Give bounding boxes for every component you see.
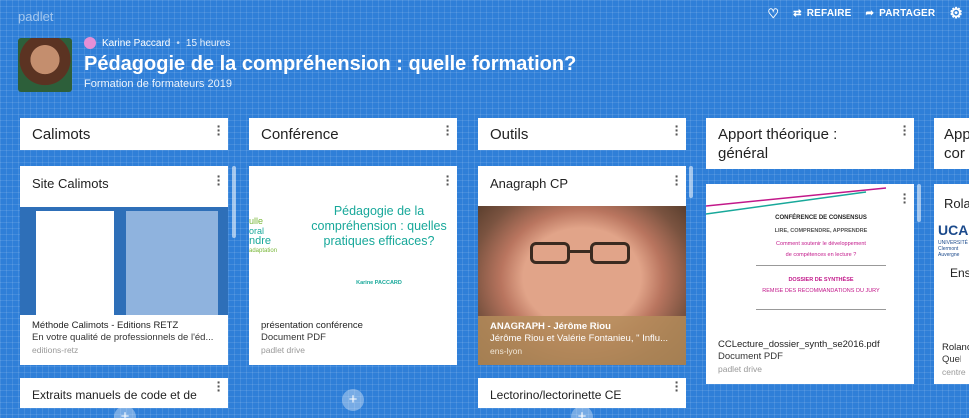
remix-button[interactable]: ⇄ REFAIRE: [793, 8, 851, 19]
card-title: Site Calimots: [32, 176, 109, 191]
card-caption: CCLecture_dossier_synth_se2016.pdf Docum…: [718, 339, 906, 375]
column-apport-theorique: Apport théorique : général · · ·: [706, 118, 914, 169]
column-title: Calimots: [32, 126, 91, 143]
column-scrollbar[interactable]: [917, 184, 921, 222]
share-label: PARTAGER: [879, 8, 936, 19]
card-file-type: Document PDF: [261, 332, 326, 343]
column-outils: Outils · · ·: [478, 118, 686, 150]
more-icon[interactable]: · · ·: [216, 119, 222, 141]
card-title: Lectorino/lectorinette CE: [490, 388, 622, 402]
column-title-line1: Apport théorique :: [718, 126, 838, 143]
column-header[interactable]: Calimots · · ·: [20, 118, 228, 150]
remix-label: REFAIRE: [806, 8, 852, 19]
card-link-desc: En votre qualité de professionnels de l'…: [32, 332, 214, 343]
column-scrollbar[interactable]: [232, 166, 236, 238]
card-partial[interactable]: Rola UCA UNIVERSITÉ Clermont Auvergne En…: [934, 184, 969, 384]
page-subtitle: Formation de formateurs 2019: [84, 78, 232, 90]
more-icon[interactable]: · · ·: [902, 119, 908, 141]
card-link-desc: Jérôme Riou et Valérie Fontanieu, " Infl…: [490, 333, 668, 344]
card-link-source: editions-retz: [32, 345, 79, 355]
card-anagraph-cp[interactable]: Anagraph CP · · · ANAGRAPH - Jérôme Riou J…: [478, 166, 686, 365]
card-link-source: padlet drive: [261, 345, 305, 355]
card-presentation-conference[interactable]: · · · ulle oral ndre adaptation Pédagogie …: [249, 166, 457, 365]
more-icon[interactable]: · · ·: [445, 119, 451, 141]
post-time: 15 heures: [185, 37, 231, 49]
card-link-title[interactable]: CCLecture_dossier_synth_se2016.pdf: [718, 339, 906, 351]
more-icon[interactable]: · · ·: [216, 378, 222, 397]
preview-wordcloud: ulle oral ndre adaptation: [249, 216, 278, 254]
card-preview-document: ulle oral ndre adaptation Pédagogie de l…: [249, 174, 457, 314]
card-link-source: ens-lyon: [490, 346, 523, 356]
card-caption: présentation conférence Document PDF pad…: [261, 320, 449, 356]
share-icon: ➦: [865, 8, 875, 19]
card-file-type: Document PDF: [718, 351, 783, 362]
card-caption: ANAGRAPH - Jérôme Riou Jérôme Riou et Va…: [490, 321, 678, 357]
more-icon[interactable]: · · ·: [674, 378, 680, 397]
uca-logo-text: UNIVERSITÉ Clermont Auvergne: [938, 240, 969, 258]
column-header[interactable]: Outils · · ·: [478, 118, 686, 150]
card-caption: Méthode Calimots - Editions RETZ En votr…: [32, 320, 220, 356]
column-header[interactable]: App cor: [934, 118, 969, 169]
uca-logo: UCA: [938, 222, 969, 238]
card-caption: Rolanc Quels centre: [942, 342, 969, 377]
column-title-line2: cor: [944, 145, 965, 162]
column-title: Conférence: [261, 126, 339, 143]
author-mini-avatar: [84, 37, 96, 49]
top-actions: ♡ ⇄ REFAIRE ➦ PARTAGER ⚙: [767, 6, 963, 21]
column-calimots: Calimots · · ·: [20, 118, 228, 150]
heart-icon[interactable]: ♡: [767, 7, 779, 20]
column-scrollbar[interactable]: [689, 166, 693, 198]
more-icon[interactable]: · · ·: [216, 169, 222, 191]
preview-document: CONFÉRENCE DE CONSENSUS LIRE, COMPRENDRE…: [736, 214, 906, 310]
card-site-calimots[interactable]: Site Calimots · · · Méthode Calimots - Edi…: [20, 166, 228, 365]
meta-separator: •: [176, 37, 180, 49]
column-header[interactable]: Apport théorique : général · · ·: [706, 118, 914, 169]
preview-title: Pédagogie de la compréhension : quelles …: [311, 204, 447, 248]
card-link-title[interactable]: présentation conférence: [261, 320, 449, 332]
preview-author: Karine PACCARD: [356, 280, 402, 286]
add-post-button[interactable]: +: [342, 389, 364, 411]
gear-icon[interactable]: ⚙: [949, 6, 963, 21]
card-preview-image: [20, 207, 228, 315]
author-name[interactable]: Karine Paccard: [102, 38, 170, 49]
column-title-line1: App: [944, 126, 969, 143]
more-icon[interactable]: · · ·: [674, 119, 680, 141]
card-link-title[interactable]: Méthode Calimots - Editions RETZ: [32, 320, 220, 332]
padlet-logo[interactable]: padlet: [18, 9, 53, 24]
card-title: Extraits manuels de code et de: [32, 388, 197, 402]
card-lectorino[interactable]: Lectorino/lectorinette CE · · ·: [478, 378, 686, 408]
column-title: Outils: [490, 126, 529, 143]
card-title: Anagraph CP: [490, 176, 569, 191]
card-cclecture-pdf[interactable]: · · · CONFÉRENCE DE CONSENSUS LIRE, COMPRE…: [706, 184, 914, 384]
author-meta: Karine Paccard • 15 heures: [84, 37, 230, 49]
card-link-title[interactable]: ANAGRAPH - Jérôme Riou: [490, 321, 678, 333]
column-title-line2: général: [718, 145, 769, 162]
top-bar: padlet ♡ ⇄ REFAIRE ➦ PARTAGER ⚙: [0, 0, 969, 30]
remix-icon: ⇄: [793, 8, 802, 19]
card-link-source: padlet drive: [718, 364, 762, 374]
column-conference: Conférence · · ·: [249, 118, 457, 150]
column-header[interactable]: Conférence · · ·: [249, 118, 457, 150]
card-preview-text: Ens: [950, 266, 969, 280]
padlet-header: Karine Paccard • 15 heures Pédagogie de …: [18, 36, 918, 96]
card-extraits[interactable]: Extraits manuels de code et de · · ·: [20, 378, 228, 408]
page-title: Pédagogie de la compréhension : quelle f…: [84, 53, 577, 75]
share-button[interactable]: ➦ PARTAGER: [866, 8, 936, 19]
author-avatar: [18, 38, 72, 92]
column-partial: App cor: [934, 118, 969, 169]
more-icon[interactable]: · · ·: [674, 169, 680, 191]
card-title: Rola: [944, 196, 969, 211]
